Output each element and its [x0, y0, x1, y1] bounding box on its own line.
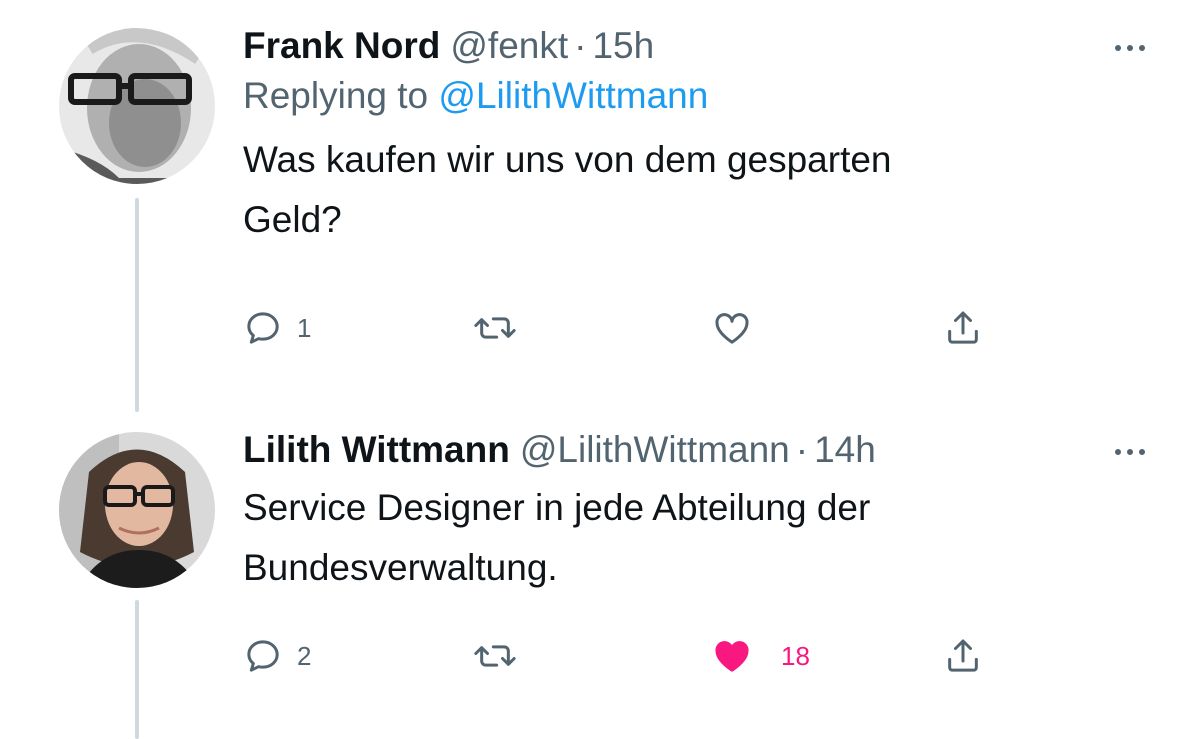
- tweet-header: Lilith Wittmann @LilithWittmann · 14h: [243, 428, 1160, 472]
- speech-bubble-icon: [243, 636, 283, 676]
- like-button[interactable]: 18: [711, 634, 810, 678]
- share-upload-icon: [943, 636, 983, 676]
- like-count: 18: [781, 640, 810, 671]
- author-name[interactable]: Lilith Wittmann: [243, 428, 510, 472]
- retweet-button[interactable]: [473, 634, 517, 678]
- reply-count: 2: [297, 640, 312, 671]
- retweet-button[interactable]: [473, 306, 517, 350]
- more-dot: [1139, 45, 1145, 51]
- tweet-actions: 2 18: [243, 634, 1003, 678]
- share-button[interactable]: [943, 306, 983, 350]
- more-options-button[interactable]: [1100, 440, 1160, 464]
- more-dots-icon: [1115, 45, 1121, 51]
- reply-button[interactable]: 2: [243, 634, 311, 678]
- heart-icon: [711, 308, 753, 348]
- retweet-icon: [473, 308, 517, 348]
- speech-bubble-icon: [243, 308, 283, 348]
- tweet-2[interactable]: Lilith Wittmann @LilithWittmann · 14h Se…: [243, 428, 1160, 598]
- share-upload-icon: [943, 308, 983, 348]
- author-name[interactable]: Frank Nord: [243, 24, 440, 68]
- avatar-frank-nord[interactable]: [59, 28, 215, 184]
- author-handle[interactable]: @LilithWittmann: [520, 428, 790, 472]
- thread-line-2: [135, 600, 139, 739]
- more-dot: [1139, 449, 1145, 455]
- timestamp[interactable]: 15h: [592, 24, 654, 68]
- heart-filled-icon: [711, 636, 753, 676]
- author-handle[interactable]: @fenkt: [450, 24, 568, 68]
- separator-dot: ·: [795, 429, 809, 470]
- tweet-actions: 1: [243, 306, 1003, 350]
- tweet-1[interactable]: Frank Nord @fenkt · 15h Replying to @Lil…: [243, 24, 1160, 250]
- avatar-lilith-wittmann[interactable]: [59, 432, 215, 588]
- separator-dot: ·: [574, 25, 587, 66]
- more-dots-icon: [1115, 449, 1121, 455]
- replying-to-label: Replying to: [243, 75, 439, 116]
- thread-line-1: [135, 198, 139, 412]
- share-button[interactable]: [943, 634, 983, 678]
- tweet-text: Was kaufen wir uns von dem gesparten Gel…: [243, 139, 892, 240]
- like-button[interactable]: [711, 306, 753, 350]
- retweet-icon: [473, 636, 517, 676]
- reply-button[interactable]: 1: [243, 306, 311, 350]
- more-dot: [1127, 449, 1133, 455]
- more-dot: [1127, 45, 1133, 51]
- tweet-header: Frank Nord @fenkt · 15h: [243, 24, 1160, 68]
- reply-count: 1: [297, 312, 312, 343]
- replying-to: Replying to @LilithWittmann: [243, 74, 1160, 118]
- timestamp[interactable]: 14h: [814, 428, 876, 472]
- replying-to-mention[interactable]: @LilithWittmann: [438, 75, 708, 116]
- more-options-button[interactable]: [1100, 36, 1160, 60]
- tweet-text: Service Designer in jede Abteilung der B…: [243, 487, 871, 588]
